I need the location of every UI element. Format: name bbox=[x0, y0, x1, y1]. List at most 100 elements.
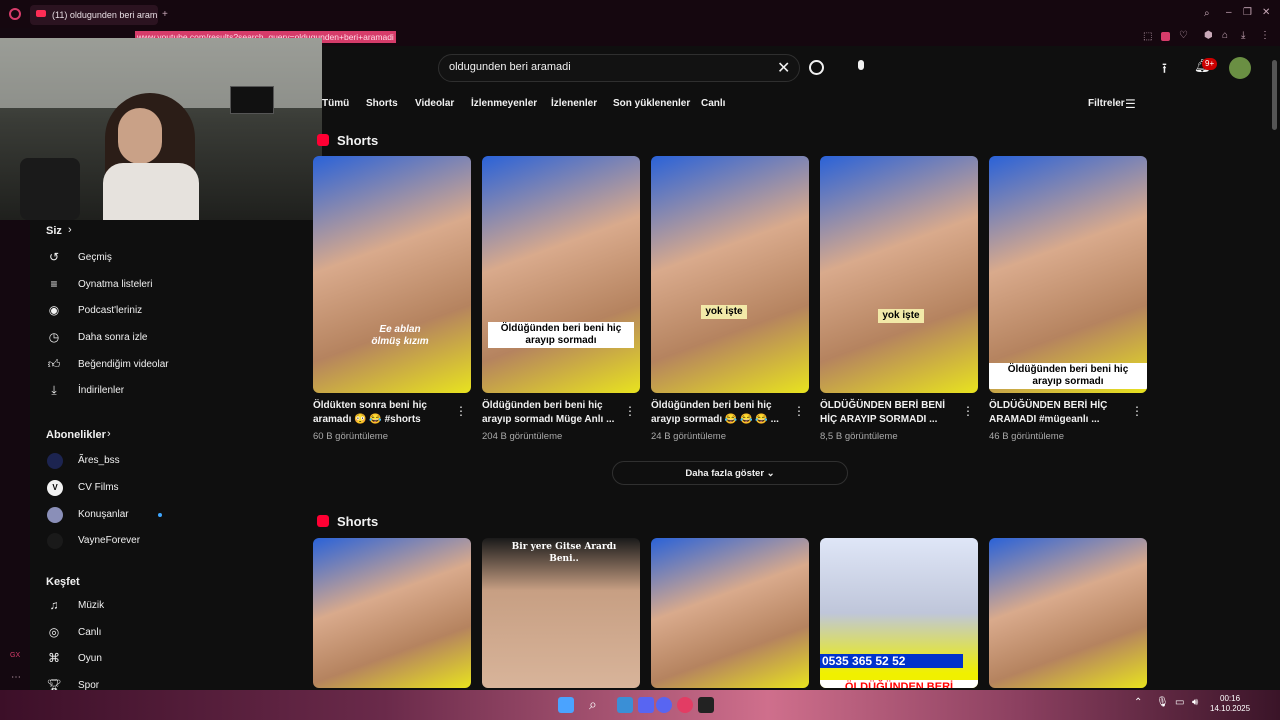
short-thumbnail[interactable]: Ee ablan ölmüş kızım bbox=[313, 156, 471, 393]
menu-icon[interactable]: ⋮ bbox=[1260, 30, 1270, 41]
chip-unwatched[interactable]: İzlenmeyenler bbox=[471, 98, 537, 109]
channel-avatar bbox=[47, 507, 63, 523]
extensions-icon[interactable]: ⬢ bbox=[1204, 30, 1213, 41]
clock-icon: ◷ bbox=[48, 330, 60, 344]
section-title: Shorts bbox=[337, 133, 379, 148]
short-title[interactable]: Öldükten sonra beni hiç aramadı 😳 😂 #sho… bbox=[313, 399, 451, 427]
upload-icon[interactable]: ⭱ bbox=[1162, 58, 1167, 82]
view-count: 204 B görüntüleme bbox=[482, 431, 563, 442]
more-icon[interactable]: ⋯ bbox=[11, 672, 21, 683]
sidebar-item-podcasts[interactable]: Podcast'leriniz bbox=[78, 305, 142, 316]
short-thumbnail[interactable] bbox=[313, 538, 471, 688]
thumbnail-caption: 0535 365 52 52 bbox=[820, 654, 963, 668]
wallet-icon[interactable]: ⌂ bbox=[1222, 30, 1228, 41]
search-input[interactable]: oldugunden beri aramadi bbox=[449, 61, 571, 73]
short-title[interactable]: ÖLDÜĞÜNDEN BERİ BENİ HİÇ ARAYIP SORMADI … bbox=[820, 399, 958, 427]
short-thumbnail[interactable] bbox=[651, 538, 809, 688]
clear-search-icon[interactable]: ✕ bbox=[777, 58, 790, 78]
restore-icon[interactable]: ❐ bbox=[1243, 7, 1252, 18]
music-icon: ♫ bbox=[49, 598, 59, 612]
start-icon[interactable] bbox=[558, 697, 574, 713]
sidebar-item-liked[interactable]: Beğendiğim videolar bbox=[78, 359, 169, 370]
chip-all[interactable]: Tümü bbox=[322, 98, 349, 109]
thumbnail-banner: ÖLDÜĞÜNDEN BERİ bbox=[820, 680, 978, 688]
chip-shorts[interactable]: Shorts bbox=[366, 98, 398, 109]
search-icon[interactable] bbox=[809, 60, 824, 75]
short-thumbnail[interactable]: 0535 365 52 52 ÖLDÜĞÜNDEN BERİ bbox=[820, 538, 978, 688]
sidebar-item-gaming[interactable]: Oyun bbox=[78, 653, 102, 664]
chip-live[interactable]: Canlı bbox=[701, 98, 725, 109]
short-thumbnail[interactable] bbox=[989, 538, 1147, 688]
sidebar-subs-title[interactable]: Abonelikler bbox=[46, 429, 106, 441]
show-more-button[interactable]: Daha fazla göster ⌄ bbox=[612, 461, 848, 485]
more-options-icon[interactable]: ⋮ bbox=[793, 404, 805, 418]
chip-recent[interactable]: Son yüklenenler bbox=[613, 98, 690, 109]
short-title[interactable]: ÖLDÜĞÜNDEN BERİ HİÇ ARAMADI #mügeanlı ..… bbox=[989, 399, 1127, 427]
app-icon[interactable] bbox=[638, 697, 654, 713]
clock[interactable]: 00:16 14.10.2025 bbox=[1210, 694, 1250, 714]
sidebar-item-history[interactable]: Geçmiş bbox=[78, 252, 112, 263]
sidebar-item-playlists[interactable]: Oynatma listeleri bbox=[78, 279, 152, 290]
search-icon[interactable]: ⌕ bbox=[589, 696, 597, 713]
close-window-icon[interactable]: ✕ bbox=[1262, 7, 1270, 18]
tab-search-icon[interactable]: ⌕ bbox=[1204, 8, 1210, 19]
gx-label: GX bbox=[10, 652, 21, 659]
more-options-icon[interactable]: ⋮ bbox=[962, 404, 974, 418]
filters-icon[interactable]: ☰ bbox=[1125, 97, 1136, 111]
shorts-icon bbox=[317, 515, 329, 527]
sidebar-you-title[interactable]: Siz bbox=[46, 225, 62, 237]
sidebar-sub-cvfilms[interactable]: CV Films bbox=[78, 482, 119, 493]
heart-icon[interactable]: ♡ bbox=[1179, 30, 1188, 41]
channel-avatar bbox=[47, 453, 63, 469]
microphone-icon[interactable]: 🎙︎ bbox=[1156, 697, 1169, 708]
short-thumbnail[interactable]: Bir yere Gitse Arardı Beni.. bbox=[482, 538, 640, 688]
short-thumbnail[interactable]: yok işte bbox=[651, 156, 809, 393]
sidebar-sub-vayne[interactable]: VayneForever bbox=[78, 535, 140, 546]
chevron-down-icon: ⌄ bbox=[766, 468, 775, 479]
short-thumbnail[interactable]: yok işte bbox=[820, 156, 978, 393]
sidebar-item-live[interactable]: Canlı bbox=[78, 627, 101, 638]
short-title[interactable]: Öldüğünden beri beni hiç arayıp sormadı … bbox=[482, 399, 620, 427]
scrollbar-thumb[interactable] bbox=[1272, 60, 1277, 130]
view-count: 24 B görüntüleme bbox=[651, 431, 726, 442]
thumbnail-caption: yok işte bbox=[878, 309, 924, 323]
more-options-icon[interactable]: ⋮ bbox=[455, 404, 467, 418]
person-top bbox=[103, 163, 199, 220]
sidebar-sub-ares[interactable]: Ãres_bss bbox=[78, 455, 120, 466]
chip-watched[interactable]: İzlenenler bbox=[551, 98, 597, 109]
filters-button[interactable]: Filtreler bbox=[1088, 98, 1125, 109]
sidebar-item-music[interactable]: Müzik bbox=[78, 600, 104, 611]
volume-icon[interactable]: 🔊︎ bbox=[1192, 697, 1198, 708]
app-icon[interactable] bbox=[617, 697, 633, 713]
new-tab-icon[interactable]: + bbox=[162, 9, 168, 20]
chevron-right-icon[interactable]: › bbox=[68, 224, 72, 236]
network-icon[interactable]: ▭ bbox=[1175, 697, 1184, 708]
avatar[interactable] bbox=[1229, 57, 1251, 79]
short-thumbnail[interactable]: Öldüğünden beri beni hiç arayıp sormadı bbox=[482, 156, 640, 393]
download-icon[interactable]: ⤓ bbox=[1241, 30, 1245, 41]
short-thumbnail[interactable]: Öldüğünden beri beni hiç arayıp sormadı bbox=[989, 156, 1147, 393]
discord-icon[interactable] bbox=[656, 697, 672, 713]
more-options-icon[interactable]: ⋮ bbox=[624, 404, 636, 418]
webcam-overlay bbox=[0, 38, 322, 220]
chevron-right-icon[interactable]: › bbox=[107, 428, 111, 440]
sidebar-item-watch-later[interactable]: Daha sonra izle bbox=[78, 332, 147, 343]
more-options-icon[interactable]: ⋮ bbox=[1131, 404, 1143, 418]
like-icon: 👍︎ bbox=[47, 357, 61, 371]
sidebar-item-downloads[interactable]: İndirilenler bbox=[78, 385, 124, 396]
chip-videos[interactable]: Videolar bbox=[415, 98, 454, 109]
tray-chevron-icon[interactable]: ⌃ bbox=[1134, 697, 1142, 708]
channel-avatar bbox=[47, 533, 63, 549]
browser-tab[interactable]: (11) oldugunden beri aram bbox=[30, 5, 158, 25]
opera-icon[interactable] bbox=[677, 697, 693, 713]
pocket-icon[interactable] bbox=[1161, 32, 1170, 41]
snapshot-icon[interactable]: ⬚ bbox=[1143, 31, 1152, 42]
minimize-icon[interactable]: – bbox=[1226, 7, 1232, 18]
app-icon[interactable] bbox=[698, 697, 714, 713]
view-count: 8,5 B görüntüleme bbox=[820, 431, 898, 442]
voice-search-icon[interactable] bbox=[858, 60, 864, 70]
person-face bbox=[118, 108, 162, 164]
opera-logo-icon[interactable] bbox=[9, 8, 21, 20]
short-title[interactable]: Öldüğünden beri beni hiç arayıp sormadı … bbox=[651, 399, 789, 427]
sidebar-sub-konusanlar[interactable]: Konuşanlar bbox=[78, 509, 129, 520]
